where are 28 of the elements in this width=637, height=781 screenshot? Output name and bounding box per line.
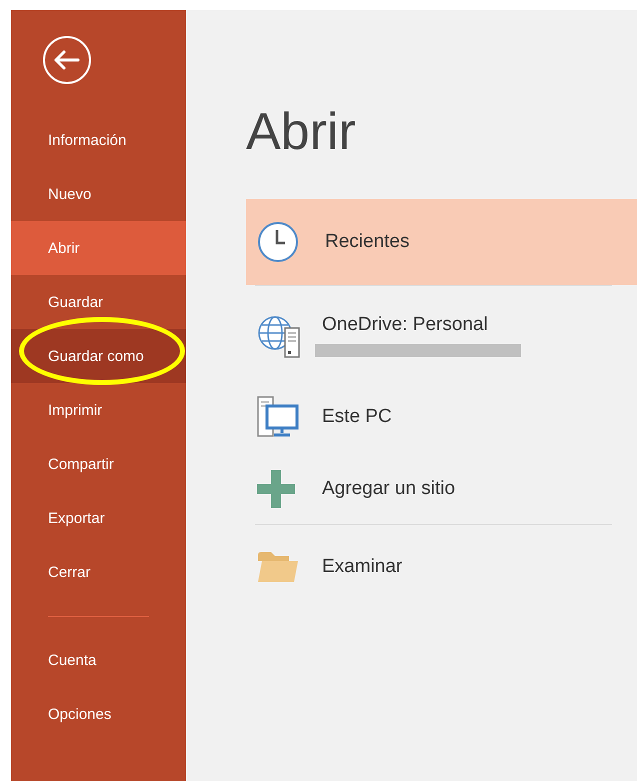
computer-icon [257,396,299,438]
menu-item[interactable]: Guardar [11,275,186,329]
menu-item[interactable]: Imprimir [11,383,186,437]
menu-item[interactable]: Exportar [11,491,186,545]
location-label: Examinar [322,556,402,578]
location-label: Recientes [324,231,410,253]
menu-item[interactable]: Nuevo [11,167,186,221]
clock-icon [257,221,299,263]
location-item[interactable]: Este PC [246,381,637,453]
page-title: Abrir [246,102,357,163]
location-item[interactable]: Examinar [246,531,637,603]
globe-server-icon [257,314,301,358]
location-item[interactable]: Agregar un sitio [246,453,637,524]
menu-item[interactable]: Guardar como [11,329,186,383]
location-label: OneDrive: Personal [322,314,489,336]
menu-item[interactable]: Compartir [11,437,186,491]
menu-item[interactable]: Opciones [11,687,186,741]
back-icon[interactable] [42,35,92,85]
location-label: Este PC [322,406,392,428]
location-label: Agregar un sitio [322,478,456,500]
location-item[interactable]: OneDrive: Personal [246,300,637,381]
menu-item[interactable]: Abrir [11,221,186,275]
location-item[interactable]: Recientes [246,199,637,285]
menu-item[interactable]: Cerrar [11,545,186,599]
plus-icon [257,470,295,508]
menu-item[interactable]: Cuenta [11,633,186,687]
folder-icon [257,551,299,583]
menu-item[interactable]: Información [11,113,186,167]
